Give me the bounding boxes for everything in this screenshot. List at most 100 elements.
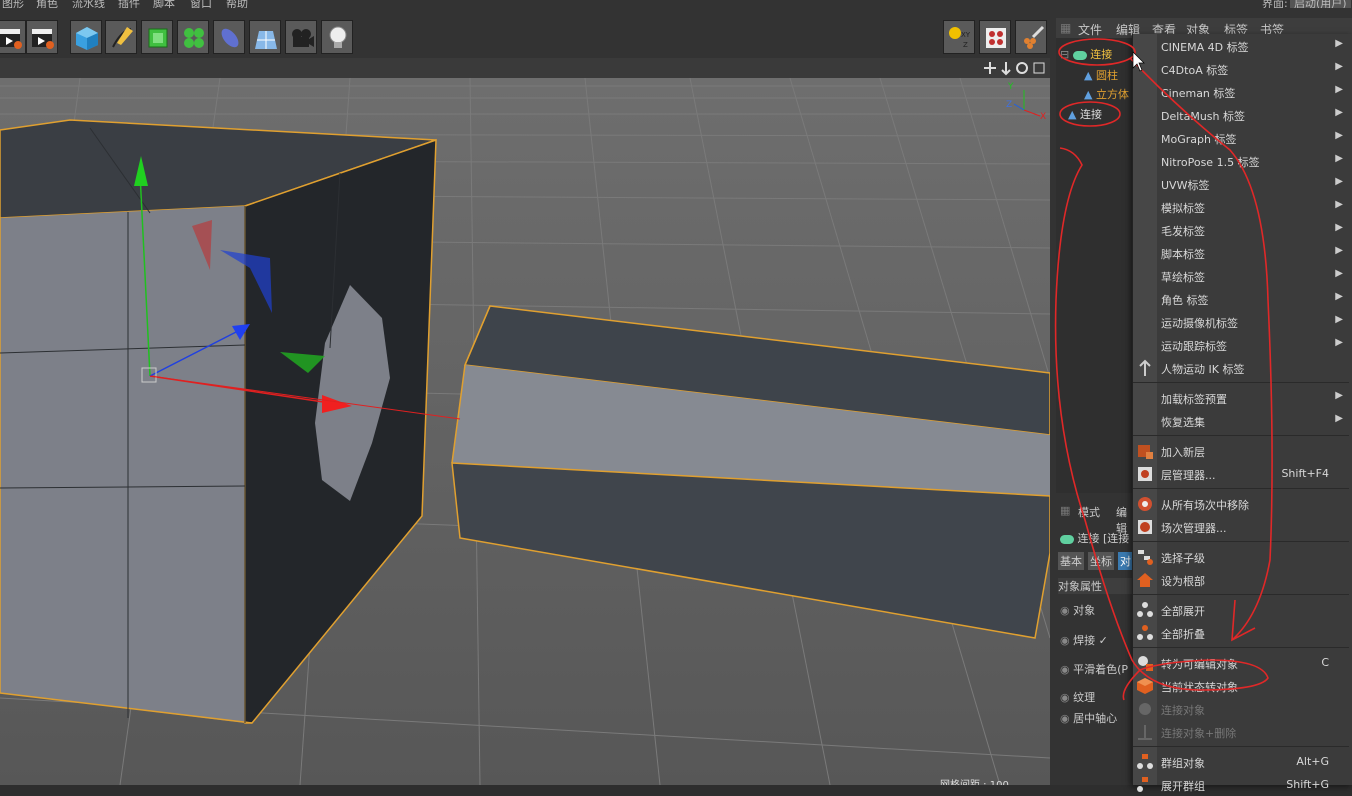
- menu-item-restore-selection[interactable]: 恢复选集 ▶: [1133, 410, 1349, 432]
- menu-item-make-editable[interactable]: 转为可编辑对象 C: [1133, 652, 1349, 674]
- add-layer-icon: [1138, 445, 1153, 459]
- menu-item-character-tags[interactable]: 角色 标签 ▶: [1133, 288, 1349, 310]
- layout-label: 界面:: [1262, 0, 1288, 8]
- grid-spacing-status: 网格间距 : 100: [940, 776, 1009, 785]
- camera-button[interactable]: [285, 20, 317, 54]
- menu-item-motion-tracking-tags[interactable]: 运动跟踪标签 ▶: [1133, 334, 1349, 356]
- layer-manager-icon: [1138, 467, 1152, 481]
- tree-item-cube[interactable]: ▲ 立方体: [1084, 86, 1129, 102]
- menu-item-expand-group[interactable]: 展开群组 Shift+G: [1133, 774, 1349, 796]
- cloner-icon: [184, 28, 204, 48]
- grip-icon: ▦: [1060, 504, 1071, 517]
- om-menu-file[interactable]: 文件: [1078, 21, 1102, 38]
- attr-subtab-object[interactable]: 对: [1118, 552, 1133, 570]
- texture-icon: [986, 28, 1006, 48]
- collapse-all-icon: [1137, 625, 1153, 640]
- attr-subtab-basic[interactable]: 基本: [1058, 552, 1084, 570]
- layout-dropdown[interactable]: 启动(用户): [1290, 0, 1351, 8]
- tree-item-connect[interactable]: ⊟ 连接: [1060, 46, 1112, 62]
- attr-row-center-axis[interactable]: ◉ 居中轴心: [1060, 710, 1117, 726]
- menu-separator: [1133, 488, 1349, 489]
- render-view-button[interactable]: [0, 20, 26, 54]
- scene-render: [0, 78, 1050, 785]
- menu-item[interactable]: 图形: [2, 0, 24, 8]
- menu-item-layer-manager[interactable]: 层管理器... Shift+F4: [1133, 463, 1349, 485]
- menu-item-expand-all[interactable]: 全部展开: [1133, 599, 1349, 621]
- menu-item-c4dtoa-tags[interactable]: C4DtoA 标签 ▶: [1133, 58, 1349, 80]
- menu-item-sketch-tags[interactable]: 草绘标签 ▶: [1133, 265, 1349, 287]
- menu-item-simulation-tags[interactable]: 模拟标签 ▶: [1133, 196, 1349, 218]
- menu-separator: [1133, 746, 1349, 747]
- toolbar: XY Z: [0, 8, 1050, 58]
- menu-item-hair-tags[interactable]: 毛发标签 ▶: [1133, 219, 1349, 241]
- attr-row-phong[interactable]: ◉ 平滑着色(P: [1060, 661, 1136, 677]
- menu-item[interactable]: 帮助: [226, 0, 248, 8]
- menu-item-current-state-to-object[interactable]: 当前状态转对象: [1133, 675, 1349, 697]
- menu-item-connect-objects-delete[interactable]: 连接对象+删除: [1133, 721, 1349, 743]
- connect-icon: [1060, 534, 1074, 544]
- menu-item-uvw-tags[interactable]: UVW标签 ▶: [1133, 173, 1349, 195]
- polygon-object-icon: ▲: [1084, 69, 1093, 82]
- attr-row-weld[interactable]: ◉ 焊接 ✓: [1060, 632, 1108, 648]
- menu-item-take-manager[interactable]: 场次管理器...: [1133, 516, 1349, 538]
- menu-item-remove-from-takes[interactable]: 从所有场次中移除: [1133, 493, 1349, 515]
- menu-item-deltamush-tags[interactable]: DeltaMush 标签 ▶: [1133, 104, 1349, 126]
- menu-item-mograph-tags[interactable]: MoGraph 标签 ▶: [1133, 127, 1349, 149]
- menu-item-motion-camera-tags[interactable]: 运动摄像机标签 ▶: [1133, 311, 1349, 333]
- menu-bar: 图形 角色 流水线 插件 脚本 窗口 帮助 界面: 启动(用户): [0, 0, 1352, 8]
- cube-button[interactable]: [70, 20, 102, 54]
- menu-item[interactable]: 脚本: [153, 0, 175, 8]
- menu-item-nitropose-tags[interactable]: NitroPose 1.5 标签 ▶: [1133, 150, 1349, 172]
- menu-item-group-objects[interactable]: 群组对象 Alt+G: [1133, 751, 1349, 773]
- deformer-button[interactable]: [213, 20, 245, 54]
- axis-label-z: Z: [1006, 100, 1013, 110]
- menu-item-select-children[interactable]: 选择子级: [1133, 546, 1349, 568]
- attribute-manager: ▦ 模式 编辑 连接 [连接 基本 坐标 对 对象属性 ◉ 对象 ◉ 焊接 ✓ …: [1056, 498, 1136, 785]
- attr-tab-mode[interactable]: 模式: [1078, 504, 1100, 520]
- tree-item-connect-2[interactable]: ▲ 连接: [1068, 106, 1102, 122]
- texture-button[interactable]: [979, 20, 1011, 54]
- menu-item[interactable]: 角色: [36, 0, 58, 8]
- clapper-icon: [0, 29, 22, 49]
- tree-item-cylinder[interactable]: ▲ 圆柱: [1084, 67, 1118, 83]
- object-manager-tree: ⊟ 连接 ▲ 圆柱 ▲ 立方体 ▲ 连接: [1056, 38, 1136, 493]
- pen-button[interactable]: [105, 20, 137, 54]
- deformer-icon: [221, 28, 239, 48]
- paint-button[interactable]: [1015, 20, 1047, 54]
- axis-label-x: X: [1040, 112, 1047, 122]
- menu-item[interactable]: 窗口: [190, 0, 212, 8]
- menu-item-set-as-root[interactable]: 设为根部: [1133, 569, 1349, 591]
- take-remove-icon: [1138, 497, 1152, 511]
- camera-icon: [292, 29, 314, 47]
- floor-icon: [255, 31, 277, 49]
- menu-item-cineman-tags[interactable]: Cineman 标签 ▶: [1133, 81, 1349, 103]
- 3d-viewport[interactable]: Y Z X 网格间距 : 100: [0, 78, 1050, 785]
- menu-item-collapse-all[interactable]: 全部折叠: [1133, 622, 1349, 644]
- grip-icon: ▦: [1060, 21, 1072, 35]
- menu-item-script-tags[interactable]: 脚本标签 ▶: [1133, 242, 1349, 264]
- render-picture-viewer-button[interactable]: [26, 20, 58, 54]
- subdivision-button[interactable]: [141, 20, 173, 54]
- viewport-nav-icons[interactable]: [982, 60, 1046, 76]
- menu-item[interactable]: 插件: [118, 0, 140, 8]
- menu-separator: [1133, 541, 1349, 542]
- world-axis-button[interactable]: XY Z: [943, 20, 975, 54]
- menu-item-ik-tag[interactable]: 人物运动 IK 标签: [1133, 357, 1349, 379]
- attr-title: 连接 [连接: [1060, 530, 1140, 546]
- menu-item[interactable]: 流水线: [72, 0, 105, 8]
- menu-item-connect-objects[interactable]: 连接对象: [1133, 698, 1349, 720]
- menu-item-cinema4d-tags[interactable]: CINEMA 4D 标签 ▶: [1133, 35, 1349, 57]
- floor-button[interactable]: [249, 20, 281, 54]
- context-menu: CINEMA 4D 标签 ▶ C4DtoA 标签 ▶ Cineman 标签 ▶ Del…: [1132, 34, 1352, 793]
- attr-row-texture[interactable]: ◉ 纹理: [1060, 689, 1095, 705]
- cloner-button[interactable]: [177, 20, 209, 54]
- attr-row-object[interactable]: ◉ 对象: [1060, 602, 1095, 618]
- light-button[interactable]: [321, 20, 353, 54]
- connect-objects-icon: [1139, 703, 1151, 715]
- attr-subtab-coords[interactable]: 坐标: [1088, 552, 1114, 570]
- group-icon: [1137, 754, 1153, 769]
- polygon-object-icon: ▲: [1068, 108, 1077, 121]
- menu-item-load-tag-preset[interactable]: 加载标签预置 ▶: [1133, 387, 1349, 409]
- expand-all-icon: [1137, 602, 1153, 617]
- menu-item-add-new-layer[interactable]: 加入新层: [1133, 440, 1349, 462]
